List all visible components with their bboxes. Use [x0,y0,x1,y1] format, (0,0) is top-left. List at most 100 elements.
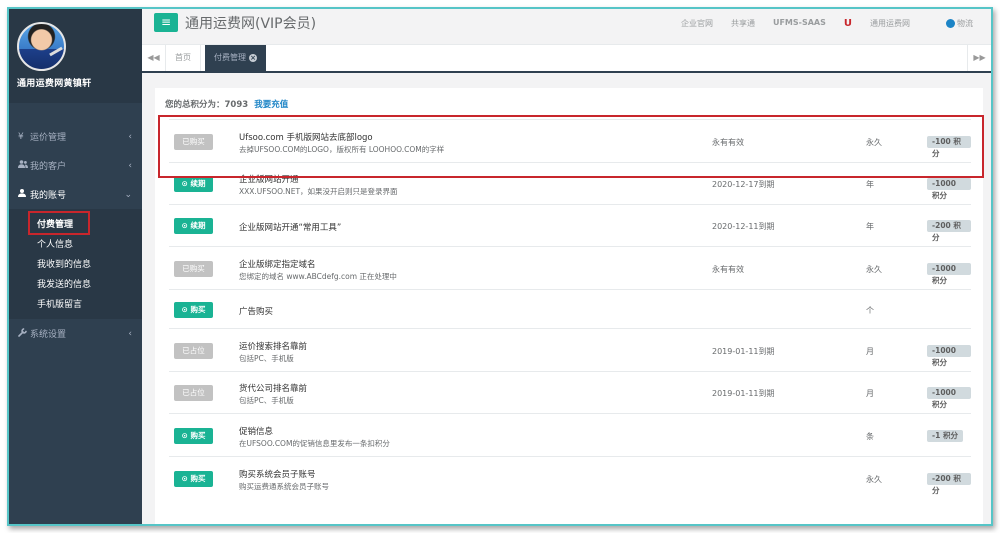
points-value: 7093 [224,100,249,110]
submenu-item-payment[interactable]: 付费管理 [9,211,142,235]
menu-toggle-button[interactable]: ≡ [154,13,178,32]
action-button[interactable]: ⊙ 续期 [174,176,213,192]
hamburger-icon: ≡ [160,15,172,29]
avatar[interactable] [17,22,66,71]
submenu-label: 付费管理 [37,219,74,230]
tab-home[interactable]: 首页 [166,45,201,71]
user-icon [18,189,30,200]
profile-name[interactable]: 通用运费网黄镇轩 [17,76,91,89]
expiry-date: 永有有效 [712,137,744,147]
yen-icon: ¥ [18,131,24,142]
service-row: ⊙ 续期 企业版网站开通 XXX.UFSOO.NET，如果没开启则只是登录界面 202… [169,162,971,204]
tab-label: 付费管理 [214,53,246,62]
play-circle-icon: ⊙ [181,430,191,440]
status-button: 已购买 [174,260,213,277]
service-row: 已购买 企业版绑定指定域名 您绑定的域名 www.ABCdefg.com 正在处理中… [169,246,971,289]
action-button[interactable]: ⊙ 购买 [174,470,213,487]
page-title: 通用运费网(VIP会员) [185,16,317,32]
expiry-date: 2020-12-17到期 [712,180,775,189]
submenu-item-sent[interactable]: 我发送的信息 [9,273,142,293]
play-circle-icon: ⊙ [181,473,191,483]
service-description: 购买运费通系统会员子账号 [239,481,329,491]
link-label: 物流 [957,19,973,28]
service-description: 在UFSOO.COM的促销信息里发布一条扣积分 [239,438,390,448]
link-ufsoo[interactable]: U 通用运费网 [844,18,928,29]
cost-badge: -1 积分 [927,429,963,442]
action-button[interactable]: ⊙ 购买 [174,301,213,318]
sidebar-item-account[interactable]: 我的账号 ⌄ [9,180,142,209]
service-name: 货代公司排名靠前 [239,384,308,394]
play-circle-icon: ⊙ [181,221,191,230]
billing-period: 月 [866,346,874,356]
submenu-item-profile[interactable]: 个人信息 [9,233,142,253]
service-row: 已购买 Ufsoo.com 手机版网站去底部logo 去掉UFSOO.COM的LOG… [169,119,971,162]
sidebar-nav: ¥ 运价管理 ‹ 我的客户 ‹ 我的账号 ⌄ 付费管理 个人信息 我收到的信息 … [9,103,142,348]
sidebar-item-label: 我的客户 [30,162,67,172]
service-name: 广告购买 [239,306,274,317]
chevron-down-icon: ⌄ [124,189,132,200]
service-description: XXX.UFSOO.NET，如果没开启则只是登录界面 [239,187,398,196]
service-row: ⊙ 购买 购买系统会员子账号 购买运费通系统会员子账号 永久 -200 积分 [169,456,971,499]
play-circle-icon: ⊙ [181,179,191,188]
recharge-link[interactable]: 我要充值 [254,100,288,110]
sidebar: 通用运费网黄镇轩 ¥ 运价管理 ‹ 我的客户 ‹ 我的账号 ⌄ 付费管理 个人信… [9,9,142,524]
action-button[interactable]: ⊙ 续期 [174,218,213,234]
service-row: ⊙ 购买 促销信息 在UFSOO.COM的促销信息里发布一条扣积分 条 -1 积分 [169,413,971,456]
tab-bar: ◀◀ 首页 付费管理 × ▶▶ [142,45,991,73]
sidebar-item-label: 系统设置 [30,330,67,340]
cost-badge: -1000 积分 [927,387,971,409]
microphone-icon [49,46,63,57]
tab-scroll-right-icon[interactable]: ▶▶ [967,45,991,71]
service-list: 已购买 Ufsoo.com 手机版网站去底部logo 去掉UFSOO.COM的LOG… [169,119,971,499]
service-name: 企业版网站开通 [239,175,299,185]
sidebar-item-freight[interactable]: ¥ 运价管理 ‹ [9,122,142,151]
sidebar-item-label: 运价管理 [30,133,67,143]
close-icon[interactable]: × [249,54,257,62]
users-icon [18,160,30,171]
u-logo-icon: U [843,18,852,29]
link-logistics[interactable]: 物流 [946,18,991,29]
submenu-item-inbox[interactable]: 我收到的信息 [9,253,142,273]
points-summary: 您的总积分为：7093 我要充值 [165,98,288,110]
cost-badge: -200 积分 [927,472,971,495]
status-button: 已占位 [174,342,213,359]
billing-period: 个 [866,305,874,315]
top-links: 企业官网 共享通 UFMS-SAAS U 通用运费网 物流 [681,18,991,29]
expiry-date: 2019-01-11到期 [712,389,775,398]
billing-period: 条 [866,431,874,441]
sidebar-item-label: 我的账号 [30,191,67,201]
link-company-site[interactable]: 企业官网 [681,18,713,29]
expiry-date: 2019-01-11到期 [712,346,775,356]
billing-period: 月 [866,389,874,398]
chevron-left-icon: ‹ [128,131,132,142]
sidebar-item-settings[interactable]: 系统设置 ‹ [9,319,142,348]
sidebar-item-customers[interactable]: 我的客户 ‹ [9,151,142,180]
service-name: 运价搜索排名靠前 [239,341,308,352]
billing-period: 永久 [866,264,882,274]
action-button[interactable]: ⊙ 购买 [174,427,213,444]
expiry-date: 2020-12-11到期 [712,222,775,231]
status-button: 已购买 [174,133,213,150]
service-description: 您绑定的域名 www.ABCdefg.com 正在处理中 [239,271,397,281]
billing-period: 永久 [866,137,882,147]
chevron-left-icon: ‹ [128,328,132,339]
profile: 通用运费网黄镇轩 [9,9,142,103]
service-row: ⊙ 购买 广告购买 个 [169,289,971,328]
tab-payment-management[interactable]: 付费管理 × [205,45,266,71]
link-share[interactable]: 共享通 [731,18,755,29]
top-bar: ≡ 通用运费网(VIP会员) 企业官网 共享通 UFMS-SAAS U 通用运费网… [142,9,991,45]
billing-period: 永久 [866,474,882,484]
cost-badge: -1000 积分 [927,178,971,200]
billing-period: 年 [866,180,874,189]
service-name: 促销信息 [239,426,274,437]
tab-scroll-left-icon[interactable]: ◀◀ [142,45,166,71]
globe-icon [946,19,955,28]
link-ufms-saas[interactable]: UFMS-SAAS [773,18,826,29]
chevron-left-icon: ‹ [128,160,132,171]
submenu-item-mobile-messages[interactable]: 手机版留言 [9,293,142,313]
service-description: 包括PC、手机版 [239,396,294,405]
service-name: 企业版绑定指定域名 [239,259,316,270]
service-name: 购买系统会员子账号 [239,469,316,480]
link-label: 通用运费网 [870,19,910,28]
service-name: Ufsoo.com 手机版网站去底部logo [239,132,373,143]
